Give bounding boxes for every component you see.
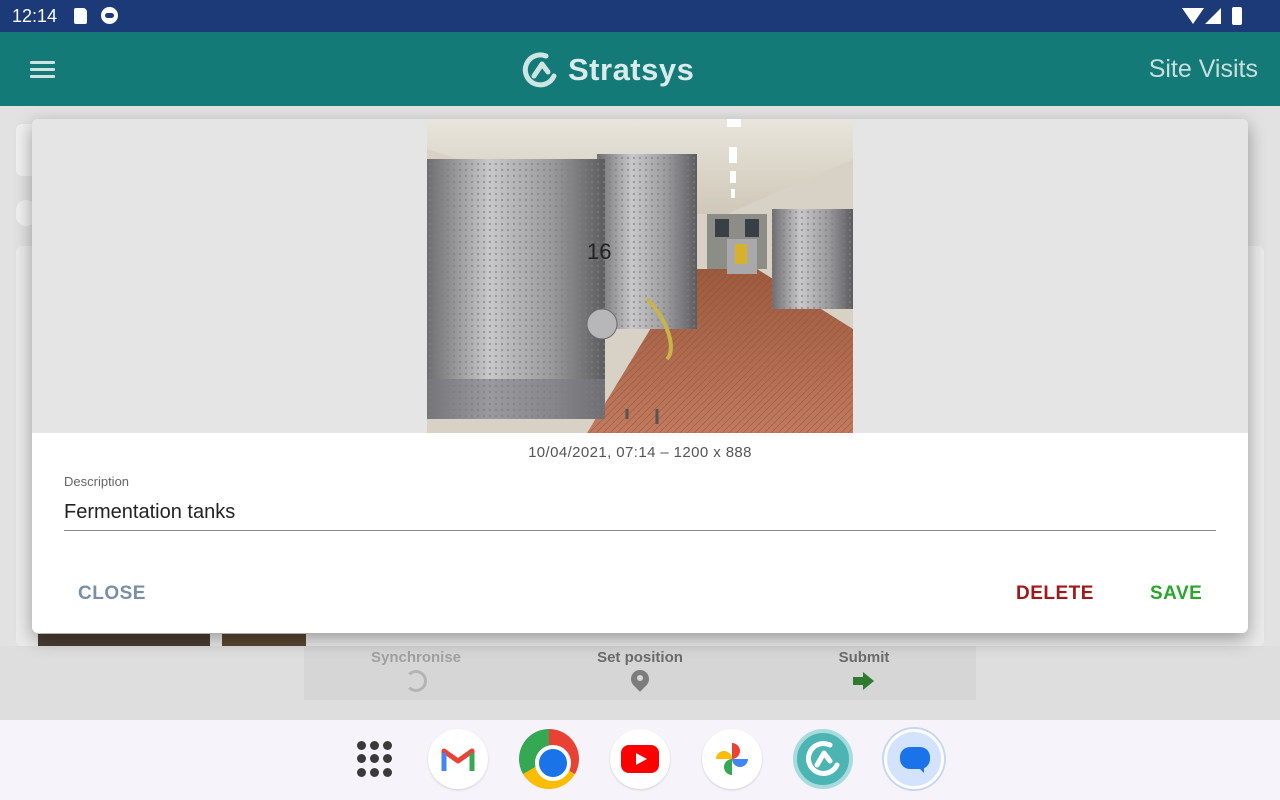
gmail-icon[interactable] xyxy=(428,729,488,789)
background-photo-thumbnail xyxy=(38,634,210,646)
hamburger-menu-icon[interactable] xyxy=(30,61,55,78)
location-pin-icon xyxy=(631,670,649,694)
svg-text:16: 16 xyxy=(587,239,611,264)
photo-dialog: 16 10/04/2021, 07:14 – 1200 x 888 Descri… xyxy=(32,119,1248,633)
messages-icon[interactable] xyxy=(884,729,944,789)
photo-metadata: 10/04/2021, 07:14 – 1200 x 888 xyxy=(528,444,752,461)
status-time: 12:14 xyxy=(12,6,58,26)
set-position-button[interactable]: Set position xyxy=(528,646,752,700)
photo-image: 16 xyxy=(427,119,853,433)
app-bar: Stratsys Site Visits xyxy=(0,32,1280,106)
arrow-right-icon xyxy=(853,672,875,690)
signal-icon xyxy=(1205,8,1221,24)
close-button[interactable]: CLOSE xyxy=(78,583,146,605)
brand-logo: Stratsys xyxy=(520,49,694,91)
stratsys-icon[interactable] xyxy=(793,729,853,789)
app-dock xyxy=(0,720,1280,800)
fermentation-tanks-photo: 16 xyxy=(427,119,853,433)
submit-button[interactable]: Submit xyxy=(752,646,976,700)
page-title: Site Visits xyxy=(1148,55,1258,83)
sync-icon xyxy=(405,670,427,692)
synchronise-label: Synchronise xyxy=(370,649,462,666)
stratsys-logo-icon xyxy=(522,52,557,88)
bottom-action-bar: Synchronise Set position Submit xyxy=(0,646,1280,720)
submit-label: Submit xyxy=(838,649,890,666)
description-input[interactable] xyxy=(64,495,1216,531)
description-label: Description xyxy=(64,474,130,489)
sd-card-icon xyxy=(74,8,87,24)
synchronise-button[interactable]: Synchronise xyxy=(304,646,528,700)
set-position-label: Set position xyxy=(597,649,683,666)
youtube-icon[interactable] xyxy=(610,729,670,789)
app-drawer-icon[interactable] xyxy=(344,729,404,789)
status-bar: 12:14 xyxy=(0,0,1280,32)
battery-icon xyxy=(1232,7,1242,25)
save-button[interactable]: SAVE xyxy=(1150,583,1202,605)
chrome-icon[interactable] xyxy=(519,729,579,789)
delete-button[interactable]: DELETE xyxy=(1016,583,1094,605)
photos-icon[interactable] xyxy=(702,729,762,789)
wifi-icon xyxy=(1182,8,1204,24)
photo-preview-area: 16 xyxy=(32,119,1248,433)
background-photo-thumbnail xyxy=(222,634,306,646)
brand-name: Stratsys xyxy=(568,52,695,87)
notification-face-icon xyxy=(101,7,118,24)
